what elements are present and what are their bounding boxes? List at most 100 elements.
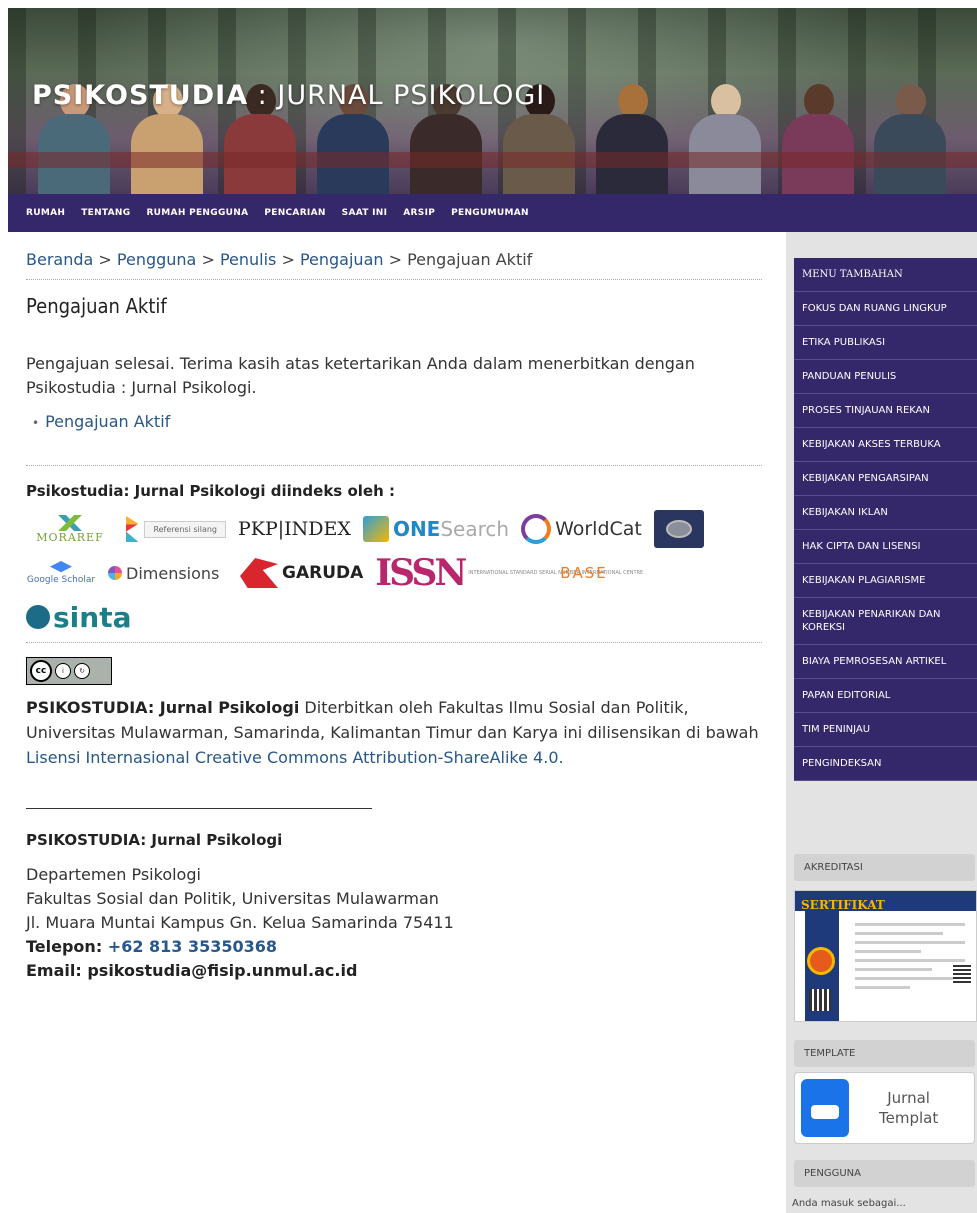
cc-icon: cc — [30, 660, 52, 682]
nav-saat-ini[interactable]: SAAT INI — [342, 208, 388, 218]
phone-label: Telepon: — [26, 937, 108, 956]
nav-rumah-pengguna[interactable]: RUMAH PENGGUNA — [146, 208, 248, 218]
indexing-logos: MORAREF Referensi silang PKP|INDEX ONESe… — [26, 510, 762, 636]
template-title: TEMPLATE — [794, 1040, 975, 1067]
sidebar-item-penarikan[interactable]: KEBIJAKAN PENARIKAN DAN KOREKSI — [794, 598, 977, 645]
accreditation-certificate[interactable]: SERTIFIKAT — [794, 890, 977, 1022]
moraref-mark-icon — [35, 514, 105, 531]
breadcrumb-separator: > — [196, 250, 220, 269]
base-logo[interactable]: BASE — [560, 554, 656, 592]
signed-in-text: Anda masuk sebagai... — [792, 1198, 906, 1209]
breadcrumb: Beranda > Pengguna > Penulis > Pengajuan… — [26, 250, 762, 280]
divider — [26, 465, 762, 466]
sidebar-item-etika[interactable]: ETIKA PUBLIKASI — [794, 326, 977, 360]
worldcat-icon — [521, 514, 552, 544]
breadcrumb-beranda[interactable]: Beranda — [26, 250, 93, 269]
pengguna-title: PENGGUNA — [794, 1160, 975, 1187]
sidebar-item-pengindeksan[interactable]: PENGINDEKSAN — [794, 747, 977, 781]
pkp-index-logo[interactable]: PKP|INDEX — [238, 510, 351, 548]
sidebar-item-akses-terbuka[interactable]: KEBIJAKAN AKSES TERBUKA — [794, 428, 977, 462]
list-item: Pengajuan Aktif — [32, 412, 762, 431]
sidebar-item-pengarsipan[interactable]: KEBIJAKAN PENGARSIPAN — [794, 462, 977, 496]
garuda-text: GARUDA — [282, 563, 364, 583]
breadcrumb-current: Pengajuan Aktif — [407, 250, 533, 269]
nav-rumah[interactable]: RUMAH — [26, 208, 65, 218]
sidebar-item-fokus[interactable]: FOKUS DAN RUANG LINGKUP — [794, 292, 977, 326]
nav-pencarian[interactable]: PENCARIAN — [264, 208, 325, 218]
medal-icon — [807, 947, 835, 975]
moraref-text: MORAREF — [36, 530, 104, 544]
sidebar: MENU TAMBAHAN FOKUS DAN RUANG LINGKUP ET… — [786, 232, 977, 1213]
phone-link[interactable]: +62 813 35350368 — [108, 937, 277, 956]
sidebar-item-biaya[interactable]: BIAYA PEMROSESAN ARTIKEL — [794, 645, 977, 679]
submission-list: Pengajuan Aktif — [32, 412, 762, 431]
breadcrumb-separator: > — [276, 250, 300, 269]
breadcrumb-pengguna[interactable]: Pengguna — [117, 250, 196, 269]
nav-arsip[interactable]: ARSIP — [403, 208, 435, 218]
sa-icon: ↻ — [74, 663, 90, 679]
sinta-text: sinta — [53, 600, 132, 634]
dimensions-logo[interactable]: Dimensions — [108, 554, 228, 592]
document-icon — [801, 1079, 849, 1137]
eye-index-logo[interactable] — [653, 510, 704, 548]
base-text: BASE — [560, 564, 608, 582]
cc-license-badge[interactable]: cc i ↻ — [26, 657, 112, 685]
license-journal-name: PSIKOSTUDIA: Jurnal Psikologi — [26, 698, 300, 717]
sidebar-item-iklan[interactable]: KEBIJAKAN IKLAN — [794, 496, 977, 530]
issn-logo[interactable]: ISSN INTERNATIONAL STANDARD SERIAL NUMBE… — [375, 552, 643, 594]
worldcat-logo[interactable]: WorldCat — [521, 510, 642, 548]
page-title: Pengajuan Aktif — [26, 294, 167, 318]
sinta-icon — [26, 605, 50, 629]
eye-icon — [665, 520, 692, 538]
sidebar-menu: MENU TAMBAHAN FOKUS DAN RUANG LINGKUP ET… — [794, 258, 977, 781]
crossref-logo[interactable]: Referensi silang — [126, 510, 226, 548]
main-nav: RUMAH TENTANG RUMAH PENGGUNA PENCARIAN S… — [8, 194, 977, 232]
license-text: PSIKOSTUDIA: Jurnal Psikologi Diterbitka… — [26, 695, 762, 770]
onesearch-text: ONESearch — [392, 517, 510, 541]
sidebar-item-hak-cipta[interactable]: HAK CIPTA DAN LISENSI — [794, 530, 977, 564]
onesearch-icon — [362, 516, 389, 542]
by-icon: i — [55, 663, 71, 679]
address-line: Departemen Psikologi — [26, 865, 201, 884]
address-line: Fakultas Sosial dan Politik, Universitas… — [26, 889, 439, 908]
sidebar-item-papan-editorial[interactable]: PAPAN EDITORIAL — [794, 679, 977, 713]
sidebar-item-tim-peninjau[interactable]: TIM PENINJAU — [794, 713, 977, 747]
active-submissions-link[interactable]: Pengajuan Aktif — [45, 412, 170, 431]
issn-mark: ISSN — [375, 552, 467, 594]
garuda-logo[interactable]: GARUDA — [240, 554, 363, 592]
journal-template-link[interactable]: Jurnal Templat — [794, 1072, 975, 1144]
sidebar-item-panduan[interactable]: PANDUAN PENULIS — [794, 360, 977, 394]
moraref-logo[interactable]: MORAREF — [26, 510, 114, 548]
akreditasi-title: AKREDITASI — [794, 854, 975, 881]
certificate-title: SERTIFIKAT — [801, 898, 885, 912]
divider — [26, 642, 762, 643]
contact-address: Departemen Psikologi Fakultas Sosial dan… — [26, 863, 762, 983]
qr-code-icon — [809, 989, 831, 1011]
crossref-icon — [126, 516, 139, 542]
main-content: Beranda > Pengguna > Penulis > Pengajuan… — [26, 250, 762, 983]
nav-tentang[interactable]: TENTANG — [81, 208, 130, 218]
google-scholar-logo[interactable]: Google Scholar — [26, 554, 96, 592]
dimensions-icon — [108, 566, 122, 580]
phone-line: Telepon: +62 813 35350368 — [26, 935, 762, 959]
site-title[interactable]: PSIKOSTUDIA : JURNAL PSIKOLOGI — [32, 80, 545, 111]
sidebar-item-plagiarisme[interactable]: KEBIJAKAN PLAGIARISME — [794, 564, 977, 598]
onesearch-logo[interactable]: ONESearch — [362, 510, 510, 548]
breadcrumb-pengajuan[interactable]: Pengajuan — [300, 250, 384, 269]
qr-code-icon — [953, 965, 971, 983]
nav-pengumuman[interactable]: PENGUMUMAN — [451, 208, 529, 218]
crossref-text: Referensi silang — [144, 520, 226, 538]
breadcrumb-penulis[interactable]: Penulis — [220, 250, 276, 269]
site-title-bold: PSIKOSTUDIA — [32, 80, 249, 111]
sinta-logo[interactable]: sinta — [26, 598, 131, 636]
breadcrumb-separator: > — [383, 250, 408, 269]
breadcrumb-separator: > — [93, 250, 117, 269]
license-link[interactable]: Lisensi Internasional Creative Commons A… — [26, 748, 564, 767]
site-title-light: : JURNAL PSIKOLOGI — [248, 80, 546, 111]
email-line: Email: psikostudia@fisip.unmul.ac.id — [26, 961, 358, 980]
footer-title: PSIKOSTUDIA: Jurnal Psikologi — [26, 831, 283, 849]
sidebar-item-proses[interactable]: PROSES TINJAUAN REKAN — [794, 394, 977, 428]
footer-divider — [26, 808, 372, 809]
sidebar-menu-title: MENU TAMBAHAN — [794, 258, 977, 292]
google-scholar-text: Google Scholar — [26, 575, 96, 585]
